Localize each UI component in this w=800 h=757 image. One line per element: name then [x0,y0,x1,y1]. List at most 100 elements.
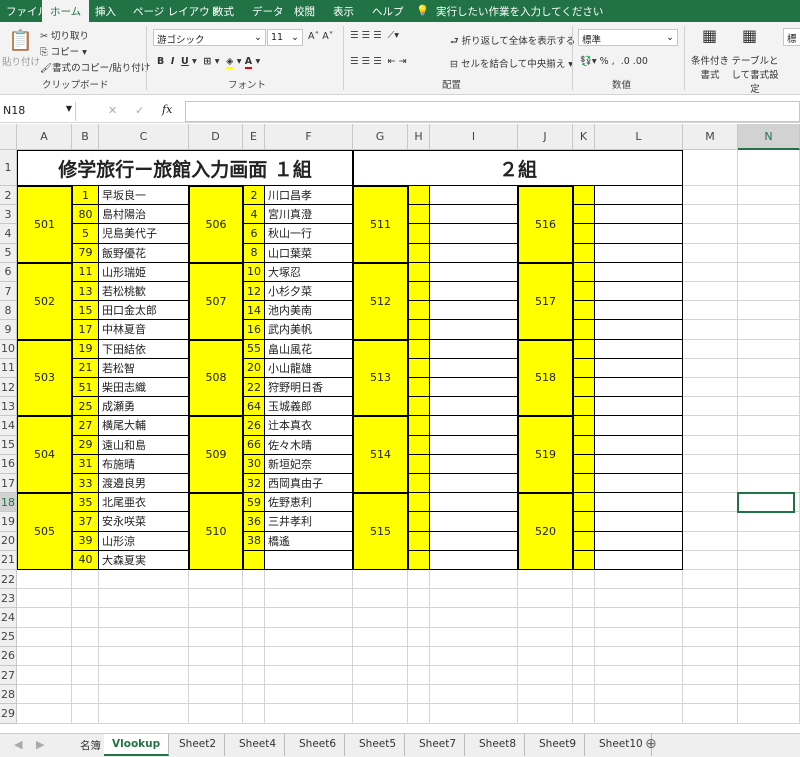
student-number[interactable] [408,358,430,378]
student-number[interactable]: 51 [72,378,99,398]
student-name[interactable] [595,416,683,436]
student-name[interactable]: 秋山一行 [265,224,353,244]
column-header-D[interactable]: D [189,124,243,150]
student-number[interactable]: 21 [72,358,99,378]
tab-formulas[interactable]: 数式 [213,4,234,19]
sheet-tab[interactable]: Sheet6 [291,734,346,756]
student-number[interactable] [408,435,430,455]
student-number[interactable] [573,205,595,225]
student-name[interactable]: 山形涼 [99,531,189,551]
cell[interactable] [408,646,430,666]
student-number[interactable]: 4 [243,205,265,225]
student-name[interactable] [430,262,518,282]
cell[interactable] [683,493,738,513]
scroll-left-icon[interactable]: ◀ [14,738,22,751]
student-name[interactable]: 狩野明日香 [265,378,353,398]
row-header-10[interactable]: 10 [0,339,17,359]
cell[interactable] [738,150,800,186]
cell[interactable] [595,666,683,686]
cell[interactable] [595,589,683,609]
student-number[interactable] [573,416,595,436]
row-header-24[interactable]: 24 [0,608,17,628]
cell[interactable] [683,243,738,263]
cell[interactable] [573,666,595,686]
cell[interactable] [430,570,518,590]
student-number[interactable]: 55 [243,339,265,359]
cell[interactable] [189,704,243,724]
student-number[interactable] [408,512,430,532]
student-number[interactable] [573,435,595,455]
cell[interactable] [189,589,243,609]
row-header-15[interactable]: 15 [0,435,17,455]
student-name[interactable]: 辻本真衣 [265,416,353,436]
select-all-corner[interactable] [0,124,17,150]
cell[interactable] [518,570,573,590]
student-name[interactable]: 橋遙 [265,531,353,551]
student-name[interactable] [430,224,518,244]
cell[interactable] [683,531,738,551]
column-header-K[interactable]: K [573,124,595,150]
cell[interactable] [683,339,738,359]
cell[interactable] [265,685,353,705]
student-name[interactable]: 玉城義郎 [265,397,353,417]
font-size-select[interactable]: 11 ⌄ [267,29,303,46]
student-name[interactable]: 大塚忍 [265,262,353,282]
student-number[interactable]: 25 [72,397,99,417]
cell[interactable] [243,646,265,666]
row-header-29[interactable]: 29 [0,704,17,724]
cell[interactable] [683,646,738,666]
column-header-I[interactable]: I [430,124,518,150]
student-name[interactable] [430,358,518,378]
cell[interactable] [738,224,800,244]
student-number[interactable] [573,378,595,398]
row-header-19[interactable]: 19 [0,512,17,532]
cell[interactable] [99,685,189,705]
cell[interactable] [683,570,738,590]
cell[interactable] [72,646,99,666]
row-header-25[interactable]: 25 [0,627,17,647]
student-name[interactable]: 飯野優花 [99,243,189,263]
function-icon[interactable]: fx [162,103,172,116]
student-number[interactable]: 79 [72,243,99,263]
student-number[interactable]: 40 [72,550,99,570]
cell[interactable] [738,301,800,321]
cell[interactable] [595,627,683,647]
student-number[interactable]: 14 [243,301,265,321]
cell[interactable] [265,666,353,686]
student-name[interactable]: 遠山和島 [99,435,189,455]
row-header-2[interactable]: 2 [0,186,17,206]
cell[interactable] [683,666,738,686]
cell[interactable] [738,205,800,225]
cell[interactable] [683,608,738,628]
cell[interactable] [683,454,738,474]
cell[interactable] [573,627,595,647]
column-header-L[interactable]: L [595,124,683,150]
row-header-14[interactable]: 14 [0,416,17,436]
student-name[interactable] [595,435,683,455]
cell[interactable] [738,339,800,359]
cell[interactable] [595,646,683,666]
cell[interactable] [683,704,738,724]
student-number[interactable]: 26 [243,416,265,436]
cell[interactable] [353,666,408,686]
paste-button[interactable]: 貼り付け [2,54,40,68]
cell[interactable] [738,512,800,532]
student-name[interactable] [595,339,683,359]
cell[interactable] [738,646,800,666]
cell[interactable] [243,704,265,724]
student-number[interactable]: 13 [72,282,99,302]
cell[interactable] [738,531,800,551]
font-style-buttons[interactable]: B I U ▾ ⊞ ▾ ◈ ▾ A ▾ [157,56,260,69]
student-number[interactable] [573,512,595,532]
student-number[interactable]: 2 [243,186,265,206]
column-header-M[interactable]: M [683,124,738,150]
student-name[interactable] [595,186,683,206]
cancel-icon[interactable]: ✕ [108,104,117,117]
tab-view[interactable]: 表示 [333,4,354,19]
row-header-12[interactable]: 12 [0,378,17,398]
cell[interactable] [573,608,595,628]
row-header-18[interactable]: 18 [0,493,17,513]
student-name[interactable] [595,282,683,302]
row-header-6[interactable]: 6 [0,262,17,282]
cell[interactable] [683,320,738,340]
